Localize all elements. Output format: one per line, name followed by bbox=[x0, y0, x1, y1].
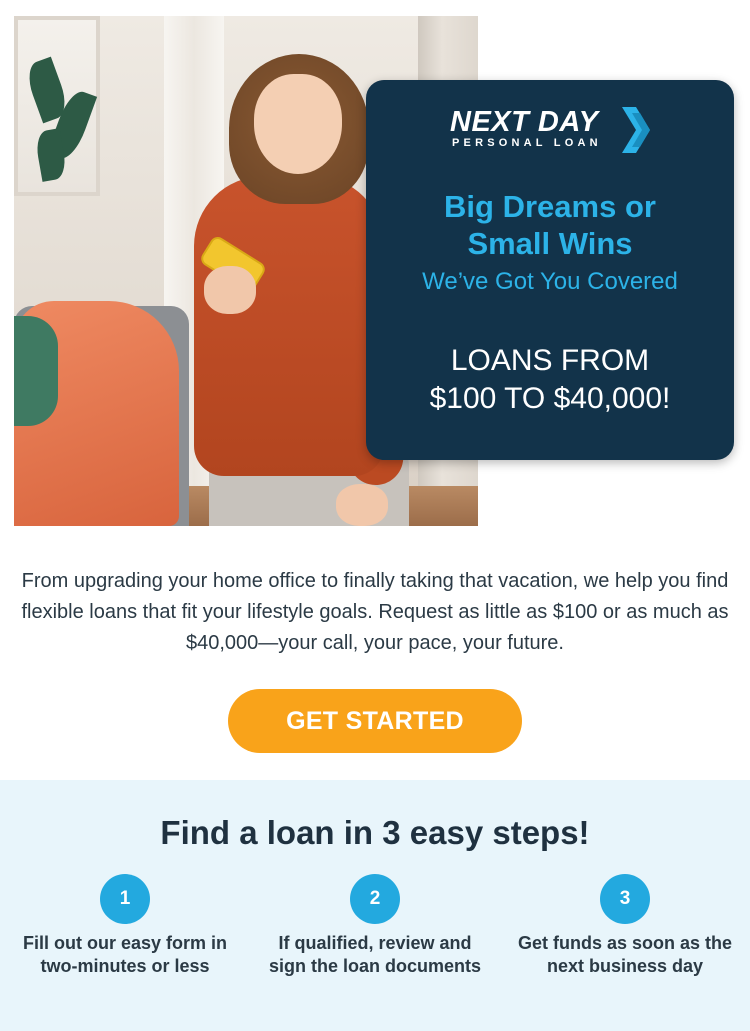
brand-logo: NEXT DAY PERSONAL LOAN bbox=[450, 106, 650, 154]
step-description: Fill out our easy form in two-minutes or… bbox=[22, 933, 228, 976]
steps-title: Find a loan in 3 easy steps! bbox=[160, 814, 590, 851]
promo-card: NEXT DAY PERSONAL LOAN Big Dreams or Sma… bbox=[366, 80, 734, 460]
headline-line-1: Big Dreams or bbox=[444, 189, 656, 224]
promo-headline: Big Dreams or Small Wins bbox=[366, 188, 734, 262]
step-description: If qualified, review and sign the loan d… bbox=[268, 933, 482, 976]
step-3: 3 Get funds as soon as the next business… bbox=[510, 874, 740, 978]
offer-line-1: LOANS FROM bbox=[450, 344, 650, 377]
wall-art bbox=[14, 16, 100, 196]
step-description: Get funds as soon as the next business d… bbox=[517, 933, 733, 976]
green-pillow bbox=[14, 316, 58, 426]
headline-line-2: Small Wins bbox=[467, 226, 633, 261]
step-2: 2 If qualified, review and sign the loan… bbox=[260, 874, 490, 978]
step-number-badge: 3 bbox=[600, 874, 650, 924]
person-face bbox=[254, 74, 342, 174]
person-hand bbox=[204, 266, 256, 314]
promo-subheadline: We’ve Got You Covered bbox=[422, 268, 678, 295]
person-hand bbox=[336, 484, 388, 526]
step-number-badge: 2 bbox=[350, 874, 400, 924]
logo-main-text: NEXT DAY bbox=[450, 106, 599, 138]
logo-sub-text: PERSONAL LOAN bbox=[452, 137, 602, 149]
promo-offer: LOANS FROM $100 TO $40,000! bbox=[366, 342, 734, 418]
step-1: 1 Fill out our easy form in two-minutes … bbox=[10, 874, 240, 978]
steps-section: Find a loan in 3 easy steps! 1 Fill out … bbox=[0, 780, 750, 1031]
step-number-badge: 1 bbox=[100, 874, 150, 924]
hero-section: NEXT DAY PERSONAL LOAN Big Dreams or Sma… bbox=[0, 0, 750, 540]
intro-text: From upgrading your home office to final… bbox=[21, 570, 729, 654]
chevron-right-icon bbox=[622, 107, 650, 153]
person-sweater bbox=[194, 176, 384, 476]
offer-line-2: $100 TO $40,000! bbox=[429, 382, 671, 415]
get-started-button[interactable]: GET STARTED bbox=[228, 689, 522, 753]
